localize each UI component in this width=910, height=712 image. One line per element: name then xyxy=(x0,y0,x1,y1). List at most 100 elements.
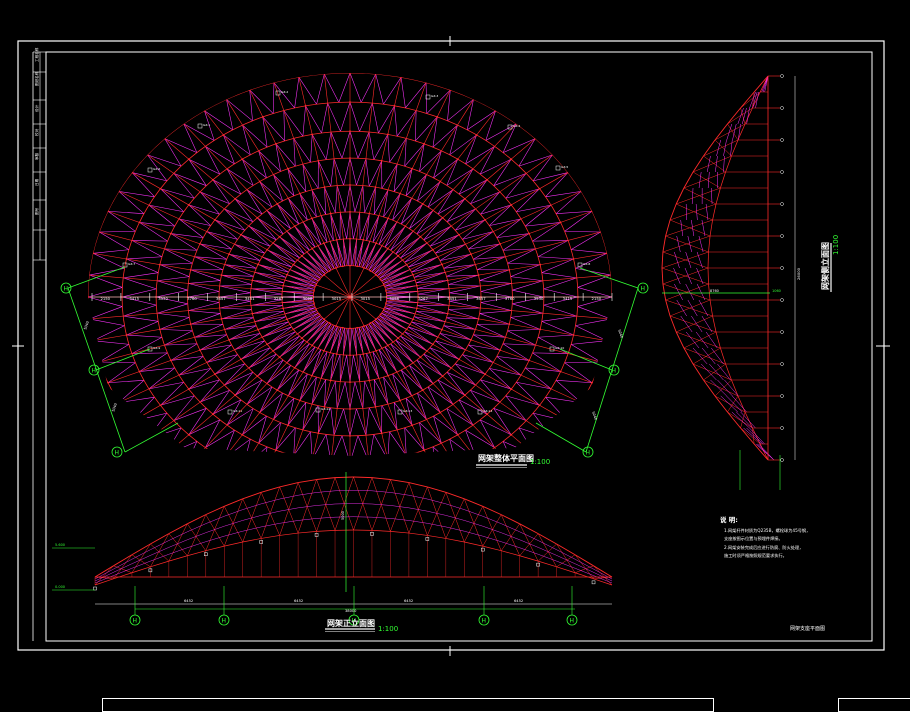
node xyxy=(375,406,377,408)
web-member xyxy=(345,185,350,212)
node xyxy=(301,337,303,339)
web-member xyxy=(249,354,276,368)
diagonal-member xyxy=(409,487,427,533)
web-member xyxy=(366,159,369,186)
node xyxy=(204,482,206,484)
web-member xyxy=(544,289,578,297)
support-node xyxy=(781,267,784,270)
web-member xyxy=(389,432,406,456)
web-member xyxy=(372,461,378,491)
web-member xyxy=(707,156,710,172)
web-member xyxy=(516,205,551,212)
web-member xyxy=(284,111,285,141)
web-member xyxy=(132,550,150,560)
web-member xyxy=(224,510,242,517)
web-member xyxy=(483,526,501,532)
inner-chord xyxy=(709,236,711,252)
web-member xyxy=(108,363,135,383)
web-member xyxy=(546,397,568,421)
outer-chord xyxy=(670,316,676,332)
inner-chord xyxy=(720,172,725,188)
diagonal-member xyxy=(663,236,710,252)
web-member xyxy=(160,263,193,264)
web-member xyxy=(295,77,299,108)
web-member xyxy=(405,486,426,511)
web-member xyxy=(164,249,192,263)
side-scale: 1:100 xyxy=(832,235,840,255)
web-member xyxy=(274,83,295,108)
node xyxy=(508,323,510,325)
web-member xyxy=(184,454,214,471)
node xyxy=(241,434,243,436)
diagonal-member xyxy=(169,534,187,556)
node xyxy=(286,274,288,276)
web-member xyxy=(501,533,519,540)
node xyxy=(412,318,414,320)
web-member xyxy=(430,348,459,360)
node xyxy=(275,449,277,451)
support-node xyxy=(94,587,97,590)
web-member xyxy=(227,169,253,186)
outer-chord xyxy=(663,236,666,252)
node xyxy=(262,116,264,118)
web-member xyxy=(503,139,535,153)
web-member xyxy=(284,458,303,484)
drawing-number: 网架支座平面图 xyxy=(790,625,825,632)
web-member xyxy=(277,204,290,229)
node xyxy=(282,307,284,309)
node xyxy=(240,358,242,360)
web-member xyxy=(132,561,150,568)
node xyxy=(380,279,382,281)
outer-chord xyxy=(666,220,670,236)
web-member xyxy=(412,322,442,330)
web-member xyxy=(342,131,350,158)
node xyxy=(92,340,94,342)
web-member xyxy=(446,527,464,531)
node xyxy=(298,76,300,78)
web-member xyxy=(692,188,693,204)
web-member xyxy=(417,210,433,234)
web-member xyxy=(260,387,272,413)
web-member xyxy=(347,212,350,239)
node xyxy=(342,327,344,329)
web-member xyxy=(538,547,556,555)
web-member xyxy=(93,341,129,345)
node xyxy=(369,380,371,382)
dimension-label: 3015 xyxy=(360,296,370,301)
web-member xyxy=(243,125,268,147)
node xyxy=(349,72,351,74)
dimension-label: 3760 xyxy=(505,296,515,301)
node xyxy=(336,353,338,355)
dimension-label: 3451 xyxy=(245,296,255,301)
web-member xyxy=(465,430,476,459)
inner-chord xyxy=(716,332,720,348)
diagonal-member xyxy=(261,492,279,535)
web-member xyxy=(150,547,168,555)
web-member xyxy=(347,355,350,382)
web-member xyxy=(312,134,326,159)
web-member xyxy=(123,273,158,278)
node xyxy=(528,233,530,235)
web-member xyxy=(164,331,192,345)
diagonal-member xyxy=(693,348,720,364)
web-member xyxy=(223,430,234,459)
web-member xyxy=(448,308,480,310)
web-member xyxy=(108,211,135,231)
node xyxy=(404,367,406,369)
web-member xyxy=(379,350,388,376)
node xyxy=(164,454,166,456)
web-member xyxy=(355,382,363,408)
inner-chord xyxy=(738,124,745,140)
web-member xyxy=(384,377,401,400)
node xyxy=(411,168,413,170)
web-member xyxy=(480,270,510,281)
web-member xyxy=(160,317,189,329)
support-node xyxy=(781,459,784,462)
height-dimension-label: 5000 xyxy=(341,511,345,520)
dimension-label: 3657 xyxy=(476,296,486,301)
outer-chord xyxy=(741,428,755,444)
web-member xyxy=(294,138,311,162)
web-member xyxy=(686,252,691,268)
web-member xyxy=(263,453,285,477)
node xyxy=(188,158,190,160)
